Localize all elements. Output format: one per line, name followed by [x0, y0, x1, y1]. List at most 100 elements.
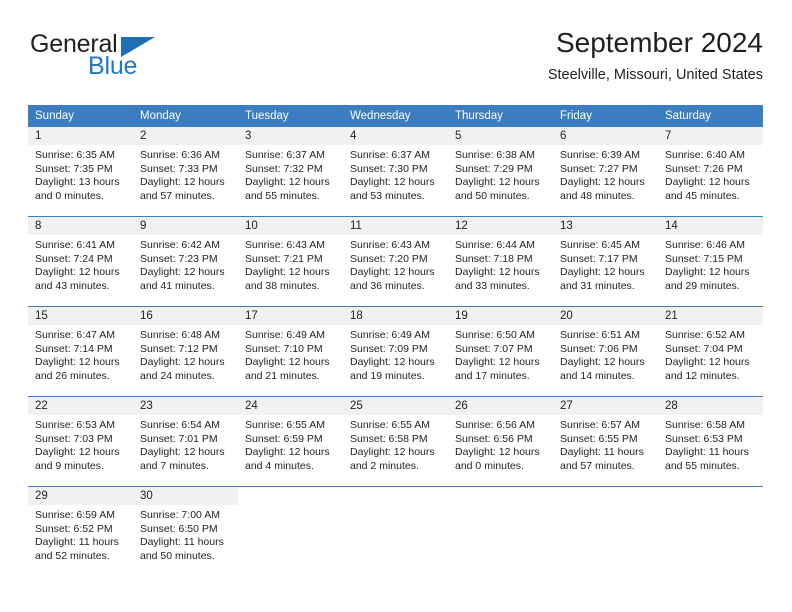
calendar-header-row: Sunday Monday Tuesday Wednesday Thursday… [28, 105, 763, 127]
calendar-day-cell[interactable]: 4 Sunrise: 6:37 AM Sunset: 7:30 PM Daylight… [343, 127, 448, 217]
sunrise-text: Sunrise: 6:55 AM [350, 419, 430, 431]
calendar-body: 1 Sunrise: 6:35 AM Sunset: 7:35 PM Daylight… [28, 127, 763, 576]
calendar-day-cell[interactable]: 26 Sunrise: 6:56 AM Sunset: 6:56 PM Dayligh… [448, 396, 553, 487]
day-cell-inner: 15 Sunrise: 6:47 AM Sunset: 7:14 PM Dayligh… [28, 307, 133, 396]
day-cell-inner: 10 Sunrise: 6:43 AM Sunset: 7:21 PM Dayligh… [238, 217, 343, 306]
calendar-day-cell[interactable]: 14 Sunrise: 6:46 AM Sunset: 7:15 PM Dayligh… [658, 216, 763, 307]
daylight-text-line2: and 53 minutes. [350, 189, 425, 202]
sunrise-text: Sunrise: 6:49 AM [245, 329, 325, 341]
brand-logo[interactable]: General Blue [28, 26, 268, 88]
calendar-day-cell[interactable]: 11 Sunrise: 6:43 AM Sunset: 7:20 PM Dayligh… [343, 216, 448, 307]
day-cell-inner: 22 Sunrise: 6:53 AM Sunset: 7:03 PM Dayligh… [28, 397, 133, 486]
day-sun-info: Sunrise: 6:47 AM Sunset: 7:14 PM Daylight:… [28, 325, 133, 383]
day-sun-info: Sunrise: 6:57 AM Sunset: 6:55 PM Daylight:… [553, 415, 658, 473]
calendar-day-cell[interactable]: 18 Sunrise: 6:49 AM Sunset: 7:09 PM Dayligh… [343, 306, 448, 397]
calendar-day-cell[interactable]: 2 Sunrise: 6:36 AM Sunset: 7:33 PM Daylight… [133, 127, 238, 217]
calendar-day-cell[interactable]: 19 Sunrise: 6:50 AM Sunset: 7:07 PM Dayligh… [448, 306, 553, 397]
calendar-day-cell[interactable]: 25 Sunrise: 6:55 AM Sunset: 6:58 PM Dayligh… [343, 396, 448, 487]
weekday-header-saturday: Saturday [658, 105, 763, 127]
daylight-text-line1: Daylight: 12 hours [560, 356, 645, 369]
calendar-day-cell[interactable]: 16 Sunrise: 6:48 AM Sunset: 7:12 PM Dayligh… [133, 306, 238, 397]
sunrise-text: Sunrise: 6:42 AM [140, 239, 220, 251]
calendar-day-cell[interactable]: 17 Sunrise: 6:49 AM Sunset: 7:10 PM Dayligh… [238, 306, 343, 397]
sunset-text: Sunset: 7:07 PM [455, 342, 533, 355]
sunrise-text: Sunrise: 6:46 AM [665, 239, 745, 251]
sunset-text: Sunset: 7:24 PM [35, 252, 113, 265]
sunrise-text: Sunrise: 6:40 AM [665, 149, 745, 161]
calendar-day-cell[interactable]: 15 Sunrise: 6:47 AM Sunset: 7:14 PM Dayligh… [28, 306, 133, 397]
day-number: 22 [28, 397, 133, 415]
calendar-day-cell[interactable]: 24 Sunrise: 6:55 AM Sunset: 6:59 PM Dayligh… [238, 396, 343, 487]
sunrise-text: Sunrise: 7:00 AM [140, 509, 220, 521]
day-sun-info: Sunrise: 6:53 AM Sunset: 7:03 PM Daylight:… [28, 415, 133, 473]
day-sun-info: Sunrise: 6:39 AM Sunset: 7:27 PM Daylight:… [553, 145, 658, 203]
day-cell-inner: 23 Sunrise: 6:54 AM Sunset: 7:01 PM Dayligh… [133, 397, 238, 486]
day-cell-inner: 17 Sunrise: 6:49 AM Sunset: 7:10 PM Dayligh… [238, 307, 343, 396]
day-cell-inner: 27 Sunrise: 6:57 AM Sunset: 6:55 PM Dayligh… [553, 397, 658, 486]
calendar-day-cell[interactable]: 8 Sunrise: 6:41 AM Sunset: 7:24 PM Daylight… [28, 216, 133, 307]
day-number [448, 487, 553, 505]
weekday-header-friday: Friday [553, 105, 658, 127]
daylight-text-line2: and 50 minutes. [455, 189, 530, 202]
day-cell-inner: 18 Sunrise: 6:49 AM Sunset: 7:09 PM Dayligh… [343, 307, 448, 396]
daylight-text-line2: and 29 minutes. [665, 279, 740, 292]
day-number: 24 [238, 397, 343, 415]
sunset-text: Sunset: 7:12 PM [140, 342, 218, 355]
calendar-day-cell[interactable]: 7 Sunrise: 6:40 AM Sunset: 7:26 PM Daylight… [658, 127, 763, 217]
day-sun-info: Sunrise: 6:37 AM Sunset: 7:32 PM Daylight:… [238, 145, 343, 203]
sunrise-text: Sunrise: 6:59 AM [35, 509, 115, 521]
day-number: 14 [658, 217, 763, 235]
day-number: 13 [553, 217, 658, 235]
sunset-text: Sunset: 7:03 PM [35, 432, 113, 445]
calendar-day-cell[interactable]: 22 Sunrise: 6:53 AM Sunset: 7:03 PM Dayligh… [28, 396, 133, 487]
sunset-text: Sunset: 7:10 PM [245, 342, 323, 355]
calendar-day-cell[interactable]: 13 Sunrise: 6:45 AM Sunset: 7:17 PM Dayligh… [553, 216, 658, 307]
calendar-day-cell[interactable]: 5 Sunrise: 6:38 AM Sunset: 7:29 PM Daylight… [448, 127, 553, 217]
day-cell-inner: 29 Sunrise: 6:59 AM Sunset: 6:52 PM Dayligh… [28, 487, 133, 576]
day-cell-inner: 8 Sunrise: 6:41 AM Sunset: 7:24 PM Daylight… [28, 217, 133, 306]
day-number: 25 [343, 397, 448, 415]
calendar-day-cell[interactable]: 1 Sunrise: 6:35 AM Sunset: 7:35 PM Daylight… [28, 127, 133, 217]
daylight-text-line1: Daylight: 12 hours [140, 446, 225, 459]
calendar-day-cell[interactable]: 30 Sunrise: 7:00 AM Sunset: 6:50 PM Dayligh… [133, 486, 238, 576]
day-sun-info: Sunrise: 6:46 AM Sunset: 7:15 PM Daylight:… [658, 235, 763, 293]
calendar-day-cell[interactable]: 21 Sunrise: 6:52 AM Sunset: 7:04 PM Dayligh… [658, 306, 763, 397]
sunset-text: Sunset: 6:52 PM [35, 522, 113, 535]
day-cell-inner [238, 487, 343, 576]
day-number [553, 487, 658, 505]
calendar-day-cell[interactable]: 29 Sunrise: 6:59 AM Sunset: 6:52 PM Dayligh… [28, 486, 133, 576]
calendar-day-cell[interactable]: 20 Sunrise: 6:51 AM Sunset: 7:06 PM Dayligh… [553, 306, 658, 397]
day-number: 19 [448, 307, 553, 325]
daylight-text-line1: Daylight: 12 hours [245, 266, 330, 279]
daylight-text-line2: and 0 minutes. [455, 459, 524, 472]
brand-name-blue: Blue [88, 52, 138, 80]
calendar-week-row: 15 Sunrise: 6:47 AM Sunset: 7:14 PM Dayligh… [28, 306, 763, 397]
daylight-text-line2: and 4 minutes. [245, 459, 314, 472]
daylight-text-line1: Daylight: 12 hours [245, 356, 330, 369]
calendar-day-cell[interactable]: 6 Sunrise: 6:39 AM Sunset: 7:27 PM Daylight… [553, 127, 658, 217]
day-number: 7 [658, 127, 763, 145]
calendar-day-cell[interactable]: 9 Sunrise: 6:42 AM Sunset: 7:23 PM Daylight… [133, 216, 238, 307]
day-sun-info: Sunrise: 6:49 AM Sunset: 7:10 PM Daylight:… [238, 325, 343, 383]
day-number: 2 [133, 127, 238, 145]
calendar-page: General Blue September 2024 Steelville, … [0, 0, 792, 612]
daylight-text-line2: and 9 minutes. [35, 459, 104, 472]
calendar-day-cell[interactable]: 27 Sunrise: 6:57 AM Sunset: 6:55 PM Dayligh… [553, 396, 658, 487]
daylight-text-line2: and 55 minutes. [665, 459, 740, 472]
calendar-day-cell[interactable]: 23 Sunrise: 6:54 AM Sunset: 7:01 PM Dayligh… [133, 396, 238, 487]
day-number: 27 [553, 397, 658, 415]
day-number: 21 [658, 307, 763, 325]
sunset-text: Sunset: 6:50 PM [140, 522, 218, 535]
day-number: 20 [553, 307, 658, 325]
calendar-day-cell[interactable]: 12 Sunrise: 6:44 AM Sunset: 7:18 PM Dayligh… [448, 216, 553, 307]
calendar-day-cell[interactable]: 3 Sunrise: 6:37 AM Sunset: 7:32 PM Daylight… [238, 127, 343, 217]
sunrise-text: Sunrise: 6:37 AM [350, 149, 430, 161]
day-number: 18 [343, 307, 448, 325]
calendar-day-cell[interactable]: 28 Sunrise: 6:58 AM Sunset: 6:53 PM Dayligh… [658, 396, 763, 487]
day-cell-inner [448, 487, 553, 576]
day-number: 5 [448, 127, 553, 145]
day-number: 15 [28, 307, 133, 325]
daylight-text-line1: Daylight: 11 hours [560, 446, 644, 459]
day-number [343, 487, 448, 505]
calendar-day-cell[interactable]: 10 Sunrise: 6:43 AM Sunset: 7:21 PM Dayligh… [238, 216, 343, 307]
